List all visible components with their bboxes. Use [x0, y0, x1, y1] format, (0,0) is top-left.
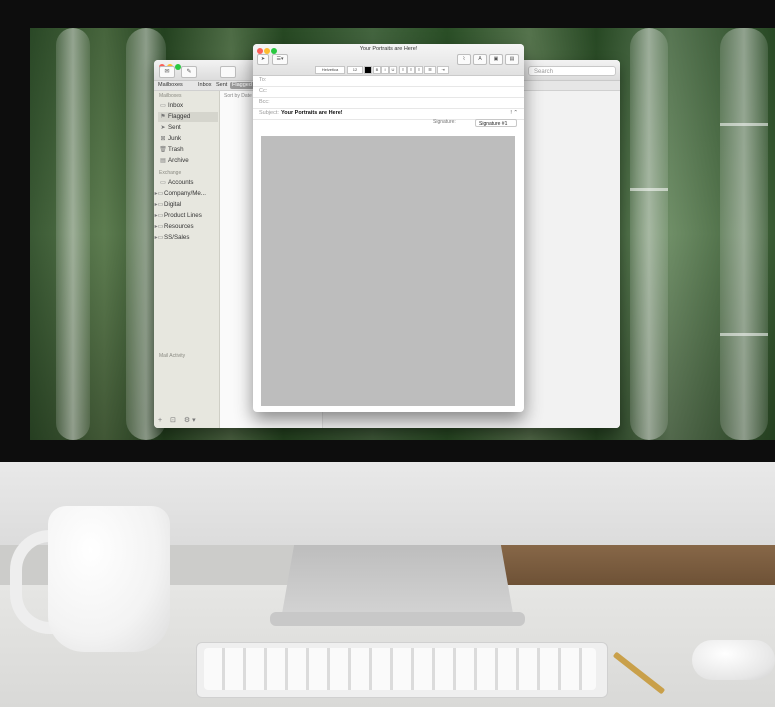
bamboo-node	[630, 188, 668, 191]
folder-icon: ▸▭	[154, 202, 164, 208]
message-body-image[interactable]	[261, 136, 515, 406]
sidebar-item-flagged[interactable]: ⚑ Flagged	[158, 112, 218, 122]
flag-icon: ⚑	[160, 114, 166, 120]
sidebar-item-archive[interactable]: ▤ Archive	[158, 156, 218, 166]
signature-select[interactable]: Signature #1	[475, 119, 517, 127]
inbox-icon: ▭	[160, 103, 166, 109]
favorites-inbox[interactable]: Inbox	[198, 82, 211, 89]
favorites-flagged[interactable]: Flagged	[230, 82, 254, 89]
compose-titlebar: Your Portraits are Here! ➤ ☰▾ ⌇ A ▣ ▤ He…	[253, 44, 524, 76]
mouse	[692, 640, 775, 680]
favorites-sent[interactable]: Sent	[216, 82, 227, 89]
archive-toolbar-icon[interactable]	[220, 66, 236, 78]
junk-icon: ⊠	[160, 136, 166, 142]
mailboxes-header: Mailboxes	[159, 93, 182, 99]
folder-icon: ▸▭	[154, 191, 164, 197]
align-center-icon[interactable]: ≡	[407, 66, 415, 74]
sidebar-item-company[interactable]: ▸▭Company/Me...	[154, 189, 214, 199]
screen: ✉ ✎ Search Mailboxes Inbox Sent Flagged …	[30, 28, 775, 440]
header-fields-icon[interactable]: ☰▾	[272, 54, 288, 65]
get-mail-icon[interactable]: ✉	[159, 66, 175, 78]
favorites-mailboxes-button[interactable]: Mailboxes	[158, 82, 183, 89]
folder-icon: ▸▭	[154, 213, 164, 219]
sidebar-item-accounts[interactable]: ▭ Accounts	[158, 178, 218, 188]
sidebar-item-resources[interactable]: ▸▭Resources	[154, 222, 214, 232]
monitor-stand-base	[270, 612, 525, 626]
folder-icon: ▸▭	[154, 224, 164, 230]
subject-value: Your Portraits are Here!	[281, 110, 343, 116]
folder-icon: ▭	[160, 180, 166, 186]
bamboo-stalk	[630, 28, 668, 440]
sort-by-label[interactable]: Sort by Date	[224, 93, 252, 99]
photo-browser-icon[interactable]: ▣	[489, 54, 503, 65]
sidebar-item-digital[interactable]: ▸▭Digital	[154, 200, 214, 210]
send-icon[interactable]: ➤	[257, 54, 269, 65]
bold-button[interactable]: B	[373, 66, 381, 74]
bamboo-stalk	[56, 28, 90, 440]
font-select[interactable]: Helvetica	[315, 66, 345, 74]
paper-plane-icon: ➤	[160, 125, 166, 131]
format-icon[interactable]: A	[473, 54, 487, 65]
signature-label: Signature:	[433, 119, 456, 125]
mail-activity-label: Mail Activity	[159, 353, 186, 359]
sidebar-settings-button[interactable]: ⚙ ▾	[184, 417, 196, 424]
sidebar-item-junk[interactable]: ⊠ Junk	[158, 134, 218, 144]
sidebar-footer: + ⊡ ⚙ ▾	[158, 416, 196, 424]
italic-button[interactable]: I	[381, 66, 389, 74]
trash-icon: 🗑	[159, 147, 167, 153]
priority-select[interactable]: ! ⌃	[510, 108, 518, 119]
search-input[interactable]: Search	[528, 66, 616, 76]
sidebar-item-inbox[interactable]: ▭ Inbox	[158, 101, 218, 111]
attach-icon[interactable]: ⌇	[457, 54, 471, 65]
compose-icon[interactable]: ✎	[181, 66, 197, 78]
bamboo-stalk	[720, 28, 768, 440]
sidebar-item-trash[interactable]: 🗑Trash	[158, 145, 218, 155]
keyboard-keys	[204, 648, 596, 690]
coffee-mug	[48, 506, 170, 652]
compose-title: Your Portraits are Here!	[359, 46, 418, 52]
align-right-icon[interactable]: ≡	[415, 66, 423, 74]
bamboo-node	[720, 333, 768, 336]
sidebar-item-sent[interactable]: ➤ Sent	[158, 123, 218, 133]
indent-icon[interactable]: ⇥	[437, 66, 449, 74]
compose-window: Your Portraits are Here! ➤ ☰▾ ⌇ A ▣ ▤ He…	[253, 44, 524, 412]
list-icon[interactable]: ☰	[424, 66, 436, 74]
underline-button[interactable]: U	[389, 66, 397, 74]
text-color-swatch[interactable]	[364, 66, 372, 74]
mail-sidebar: Mailboxes ▭ Inbox ⚑ Flagged ➤ Sent ⊠ Junk 🗑T…	[154, 91, 220, 428]
sidebar-item-ss-sales[interactable]: ▸▭SS/Sales	[154, 233, 214, 243]
wooden-shelf	[470, 540, 775, 590]
bamboo-node	[720, 123, 768, 126]
exchange-header: Exchange	[159, 170, 182, 176]
stationery-icon[interactable]: ▤	[505, 54, 519, 65]
sidebar-item-product-lines[interactable]: ▸▭Product Lines	[154, 211, 214, 221]
align-left-icon[interactable]: ≡	[399, 66, 407, 74]
folder-icon: ▸▭	[154, 235, 164, 241]
desktop-photo-scene: ✉ ✎ Search Mailboxes Inbox Sent Flagged …	[0, 0, 775, 707]
show-activity-icon[interactable]: ⊡	[170, 417, 176, 424]
add-mailbox-button[interactable]: +	[158, 417, 162, 424]
archive-icon: ▤	[160, 158, 166, 164]
font-size-select[interactable]: 12	[347, 66, 363, 74]
